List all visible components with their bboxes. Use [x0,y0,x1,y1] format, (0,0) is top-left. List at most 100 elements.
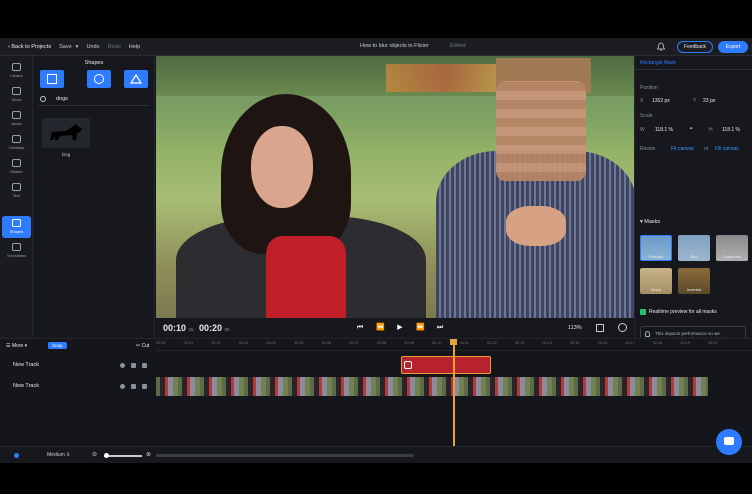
ruler-tick: 00:04 [266,341,276,345]
video-preview[interactable] [156,56,634,318]
chat-bubble-icon [724,437,734,445]
background-playground [386,64,506,92]
triangle-shape-button[interactable] [124,70,148,88]
trash-icon[interactable] [142,363,147,368]
preview-zoom[interactable]: 113% [568,325,582,331]
feedback-button[interactable]: Feedback [677,41,713,53]
woman-face [251,126,313,208]
top-bar: ‹ Back to Projects Save ▾ Undo Redo Help… [0,38,752,56]
height-scale-field[interactable]: 118.1 % [722,127,740,133]
left-rail: Library Stock Audio Overlays Motion Text… [0,56,33,376]
ruler-tick: 00:02 [211,341,221,345]
timeline-scrollbar[interactable] [156,454,414,457]
mask-label: Inverted [686,287,702,292]
library-icon [12,63,21,71]
search-icon [40,96,46,102]
rail-item-text[interactable]: Text [2,180,31,202]
timeline-zoom-slider[interactable] [104,453,142,458]
chat-button[interactable] [716,429,742,455]
ruler-tick: 00:17 [625,341,635,345]
current-frames: 25 [188,327,194,332]
playhead-handle[interactable] [450,339,457,345]
fast-forward-icon[interactable]: ⏩ [416,324,425,332]
fill-canvas-link[interactable]: Fill canvas [715,146,739,152]
snap-toggle[interactable]: Snap [48,342,67,349]
trash-icon[interactable] [142,384,147,389]
gear-icon[interactable] [618,323,627,332]
zoom-out-icon[interactable]: ⊖ [92,451,97,458]
eye-icon[interactable] [120,363,125,368]
ruler-tick: 00:14 [542,341,552,345]
play-icon[interactable]: ▶ [396,324,404,332]
x-label: X [640,98,644,104]
rail-item-motion[interactable]: Motion [2,156,31,178]
zoom-knob[interactable] [104,453,109,458]
shape-search-input[interactable]: dogs [38,94,150,106]
redo-button[interactable]: Redo [108,44,121,50]
circle-shape-button[interactable] [87,70,111,88]
video-clip[interactable] [156,377,708,396]
settings-dot-icon[interactable] [14,453,19,458]
ruler-tick: 00:03 [238,341,249,345]
lightbulb-icon [645,331,650,337]
width-scale-field[interactable]: 118.1 % [655,127,673,133]
save-button[interactable]: Save [59,44,72,50]
track-name[interactable]: New Track [13,383,39,389]
tab-rectangle-mask[interactable]: Rectangle Mask [635,56,752,70]
fullscreen-icon[interactable] [596,324,604,332]
rail-item-transitions[interactable]: Transitions [2,240,31,262]
rail-item-stock[interactable]: Stock [2,84,31,106]
zoom-in-icon[interactable]: ⊕ [146,451,151,458]
rail-item-audio[interactable]: Audio [2,108,31,130]
track-name[interactable]: New Track [13,362,39,368]
editor-app: ‹ Back to Projects Save ▾ Undo Redo Help… [0,38,752,463]
help-button[interactable]: Help [129,44,140,50]
x-position-field[interactable]: 1352 px [652,98,670,104]
quality-value: Medium [47,452,65,458]
w-label: W [640,127,645,133]
cut-label: Cut [141,343,150,349]
rail-item-overlays[interactable]: Overlays [2,132,31,154]
lock-icon[interactable] [131,384,136,389]
eye-icon[interactable] [120,384,125,389]
square-shape-button[interactable] [40,70,64,88]
bell-icon[interactable] [656,42,666,52]
mask-shape-clip[interactable] [401,356,491,374]
rail-label: Library [10,73,23,78]
more-menu-button[interactable]: ☰ More ▾ [6,343,27,349]
ruler-tick: 00:10 [432,341,442,345]
y-position-field[interactable]: 23 px [703,98,715,104]
skip-end-icon[interactable]: ⏭ [436,324,444,332]
fit-canvas-link[interactable]: Fit canvas [671,146,694,152]
pixelated-face-mask[interactable] [496,81,586,181]
music-note-icon [12,111,21,119]
rail-item-shapes[interactable]: Shapes [2,216,31,238]
shapes-panel: Shapes dogs Dog [33,56,155,376]
track-header: New Track [0,378,155,396]
rail-item-library[interactable]: Library [2,60,31,82]
total-time: 00:20 [199,323,223,333]
rewind-icon[interactable]: ⏪ [376,324,385,332]
mask-label: Grayscale [722,254,741,259]
export-button[interactable]: Export [718,41,748,53]
link-icon[interactable]: ⚭ [689,126,693,132]
dog-shape-asset[interactable] [42,118,90,148]
masks-section-header[interactable]: ▾ Masks [640,219,660,225]
realtime-preview-checkbox[interactable] [640,309,646,315]
skip-start-icon[interactable]: ⏮ [356,324,364,332]
quality-select[interactable]: Medium ⇕ [47,452,70,458]
ruler-tick: 00:16 [597,341,608,345]
lock-icon[interactable] [131,363,136,368]
cut-button[interactable]: ✂ Cut [136,343,149,349]
project-title[interactable]: How to blur objects in Flixier [360,43,429,49]
resize-label: Resize [640,146,656,152]
scale-label: Scale [640,113,653,119]
undo-button[interactable]: Undo [86,44,99,50]
triangle-icon [130,74,142,84]
rail-label: Overlays [8,145,25,150]
playhead[interactable] [450,339,457,463]
back-to-projects-link[interactable]: ‹ Back to Projects [8,44,51,50]
save-menu-caret-icon[interactable]: ▾ [76,44,79,50]
more-label: More [11,343,24,349]
track-header: New Track [0,357,155,375]
